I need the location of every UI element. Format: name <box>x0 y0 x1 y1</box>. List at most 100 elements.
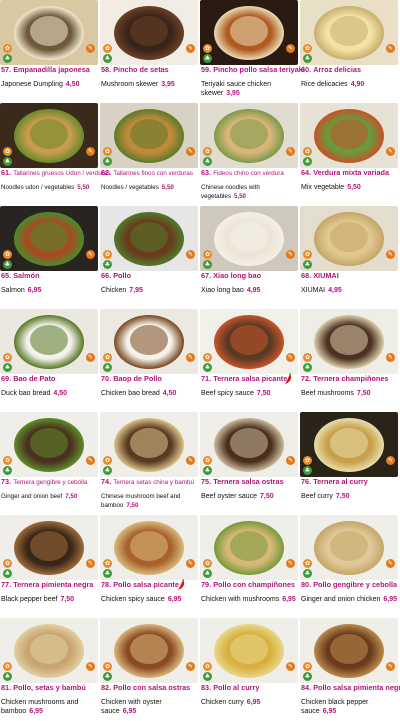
dish-title: 68. XIUMAI <box>301 272 398 280</box>
leaf-icon: ✿ <box>3 353 12 362</box>
dish-photo: ✿ ♣ ✎ <box>0 0 98 65</box>
menu-item[interactable]: ✿ ♣ ✎ 60. Arroz delicias Rice delicacies 4,90 <box>300 0 398 103</box>
dish-description-line: Beef spicy sauce 7,50 <box>201 389 298 398</box>
vegetable-icon: ♣ <box>303 569 312 578</box>
dish-price: 4,95 <box>328 287 342 294</box>
menu-item[interactable]: ✿ ♣ ✎ 61. Tallarines gruesos Udon / verdura… <box>0 103 111 206</box>
leaf-icon: ✿ <box>103 44 112 53</box>
menu-item[interactable]: ✿ ♣ ✎ 83. Pollo al curry Chicken curry 6,95 <box>200 618 298 721</box>
dish-description: Xiao long bao <box>201 287 244 294</box>
dish-title: 73. Ternera gengibre y cebolla <box>1 478 98 487</box>
dish-description-line: Chicken with mushrooms 6,95 <box>201 595 298 604</box>
dish-title: 81. Pollo, setas y bambú <box>1 684 98 692</box>
allergen-icon: ✎ <box>186 147 195 156</box>
dish-photo: ✿ ♣ ✎ <box>0 309 98 374</box>
dish-price: 7,50 <box>256 390 271 397</box>
allergen-icon: ✎ <box>386 662 395 671</box>
dish-number: 69. <box>1 374 12 383</box>
dish-description-line: Salmon 6,95 <box>1 286 98 295</box>
vegetable-icon: ♣ <box>103 363 112 372</box>
dish-number: 68. <box>301 271 312 280</box>
leaf-icon: ✿ <box>203 662 212 671</box>
menu-item[interactable]: ✿ ♣ ✎ 72. Ternera champiñones Beef mushrooms… <box>300 309 398 412</box>
dish-description-line: Teriyaki sauce chicken skewer 3,95 <box>201 80 298 98</box>
dish-description-line: Black pepper beef 7,50 <box>1 595 98 604</box>
dish-description-line: Rice delicacies 4,90 <box>301 80 398 89</box>
menu-item[interactable]: ✿ ♣ ✎ 57. Empanadilla japonesa Japonese Dump… <box>0 0 98 103</box>
dish-price: 3,95 <box>161 81 175 88</box>
menu-item[interactable]: ✿ ♣ ✎ 59. Pincho pollo salsa teriyaki Teriya… <box>200 0 305 103</box>
dish-photo: ✿ ♣ ✎ <box>0 618 98 683</box>
menu-item[interactable]: ✿ ♣ ✎ 67. Xiao long bao Xiao long bao 4,95 <box>200 206 298 309</box>
menu-item[interactable]: ✿ ♣ ✎ 73. Ternera gengibre y cebolla Ginger … <box>0 412 98 515</box>
menu-item[interactable]: ✿ ♣ ✎ 65. Salmón Salmon 6,95 <box>0 206 98 309</box>
allergen-icon: ✎ <box>86 250 95 259</box>
menu-item[interactable]: ✿ ♣ ✎ 70. Baop de Pollo Chicken bao bread 4,5… <box>100 309 198 412</box>
dish-title: 83. Pollo al curry <box>201 684 298 692</box>
dish-description-line: Chicken mushrooms and bamboo 6,95 <box>1 698 98 716</box>
menu-item[interactable]: ✿ ♣ ✎ 74. Ternera setas china y bambú Chines… <box>100 412 198 515</box>
menu-item[interactable]: ✿ ♣ ✎ 66. Pollo Chicken 7,95 <box>100 206 198 309</box>
dish-photo: ✿ ♣ ✎ <box>300 206 398 271</box>
leaf-icon: ✿ <box>303 456 312 465</box>
menu-item[interactable]: ✿ ♣ ✎ 62. Tallarines finos con verduras Nood… <box>100 103 198 206</box>
dish-description: Chinese mushroom beef and bamboo <box>101 493 181 509</box>
dish-price: 5,50 <box>233 193 246 200</box>
menu-item[interactable]: ✿ ♣ ✎ 71. Ternera salsa picante Beef spicy s… <box>200 309 298 412</box>
allergen-icon: ✎ <box>86 662 95 671</box>
menu-item[interactable]: ✿ ♣ ✎ 68. XIUMAI XIUMAI 4,95 <box>300 206 398 309</box>
dish-description-line: Chicken bao bread 4,50 <box>101 389 198 398</box>
leaf-icon: ✿ <box>103 250 112 259</box>
dish-number: 64. <box>301 168 312 177</box>
dish-number: 80. <box>301 580 312 589</box>
dish-photo: ✿ ♣ ✎ <box>300 103 398 168</box>
dish-description-line: Chicken black pepper sauce 6,95 <box>301 698 398 716</box>
dish-price: 4,90 <box>350 81 365 88</box>
dish-description: XIUMAI <box>301 287 326 294</box>
dish-description-line: Ginger and onion beef 7,50 <box>1 492 98 501</box>
menu-item[interactable]: ✿ ♣ ✎ 75. Ternera salsa ostras Beef oyster s… <box>200 412 298 515</box>
dish-name: Arroz delicias <box>313 65 362 74</box>
leaf-icon: ✿ <box>3 147 12 156</box>
dish-title: 76. Ternera al curry <box>301 478 398 486</box>
vegetable-icon: ♣ <box>3 157 12 166</box>
dish-description: Beef curry <box>301 493 333 500</box>
menu-item[interactable]: ✿ ♣ ✎ 78. Pollo salsa picante Chicken spicy … <box>100 515 198 618</box>
dish-price: 6,95 <box>29 708 43 715</box>
menu-item[interactable]: ✿ ♣ ✎ 77. Ternera pimienta negra Black peppe… <box>0 515 98 618</box>
dish-name: Pincho pollo salsa teriyaki <box>213 65 305 74</box>
chili-pepper-icon <box>285 373 292 384</box>
menu-item[interactable]: ✿ ♣ ✎ 79. Pollo con champiñones Chicken with… <box>200 515 298 618</box>
dish-price: 5,50 <box>347 184 361 191</box>
dish-photo: ✿ ♣ ✎ <box>100 618 198 683</box>
vegetable-icon: ♣ <box>3 54 12 63</box>
dish-description: Mix vegetable <box>301 184 345 191</box>
menu-item[interactable]: ✿ ♣ ✎ 69. Bao de Pato Duck bao bread 4,50 <box>0 309 98 412</box>
dish-description-line: Beef oyster sauce 7,50 <box>201 492 298 501</box>
dish-description-line: Xiao long bao 4,95 <box>201 286 298 295</box>
dish-description-line: Mushroom skewer 3,95 <box>101 80 198 89</box>
menu-item[interactable]: ✿ ♣ ✎ 76. Ternera al curry Beef curry 7,50 <box>300 412 398 515</box>
dish-name: Salmón <box>13 271 40 280</box>
dish-description-line: Noodles udon / vegetables 5,50 <box>1 183 98 192</box>
menu-item[interactable]: ✿ ♣ ✎ 82. Pollo con salsa ostras Chicken wit… <box>100 618 198 721</box>
dish-name: Pollo gengibre y cebolla <box>313 580 398 589</box>
dish-description: Chinese noodles with vegetables <box>201 184 260 200</box>
menu-item[interactable]: ✿ ♣ ✎ 58. Pincho de setas Mushroom skewer 3,9… <box>100 0 198 103</box>
dish-photo: ✿ ♣ ✎ <box>300 618 398 683</box>
leaf-icon: ✿ <box>3 662 12 671</box>
menu-item[interactable]: ✿ ♣ ✎ 63. Fideos chino con verdura Chinese n… <box>200 103 298 206</box>
dish-photo: ✿ ♣ ✎ <box>100 103 198 168</box>
leaf-icon: ✿ <box>103 456 112 465</box>
dish-name: Tallarines finos con verduras <box>113 170 193 177</box>
dish-number: 70. <box>101 374 112 383</box>
menu-item[interactable]: ✿ ♣ ✎ 84. Pollo salsa pimienta negra Chicken… <box>300 618 400 721</box>
dish-price: 4,95 <box>246 287 261 294</box>
menu-item[interactable]: ✿ ♣ ✎ 80. Pollo gengibre y cebolla Ginger an… <box>300 515 398 618</box>
menu-row: ✿ ♣ ✎ 77. Ternera pimienta negra Black peppe… <box>0 515 400 618</box>
dish-price: 6,95 <box>282 596 296 603</box>
menu-item[interactable]: ✿ ♣ ✎ 64. Verdura mixta variada Mix vegetabl… <box>300 103 398 206</box>
dish-price: 7,95 <box>129 287 143 294</box>
dish-description: Noodles udon / vegetables <box>1 184 75 191</box>
menu-item[interactable]: ✿ ♣ ✎ 81. Pollo, setas y bambú Chicken mushr… <box>0 618 98 721</box>
